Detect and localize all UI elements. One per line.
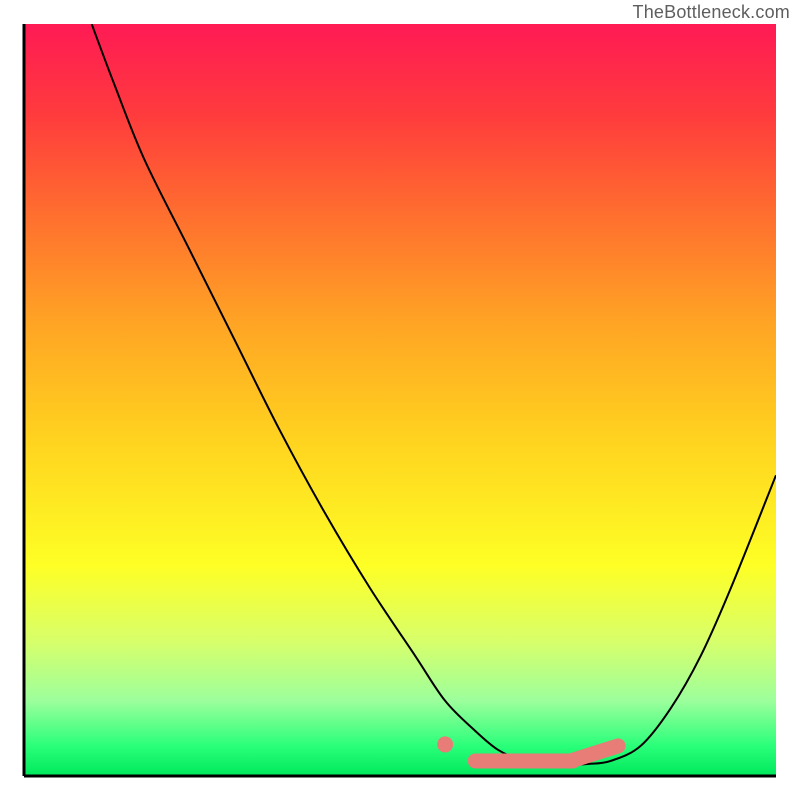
axes: [0, 0, 800, 800]
chart-frame: TheBottleneck.com: [0, 0, 800, 800]
